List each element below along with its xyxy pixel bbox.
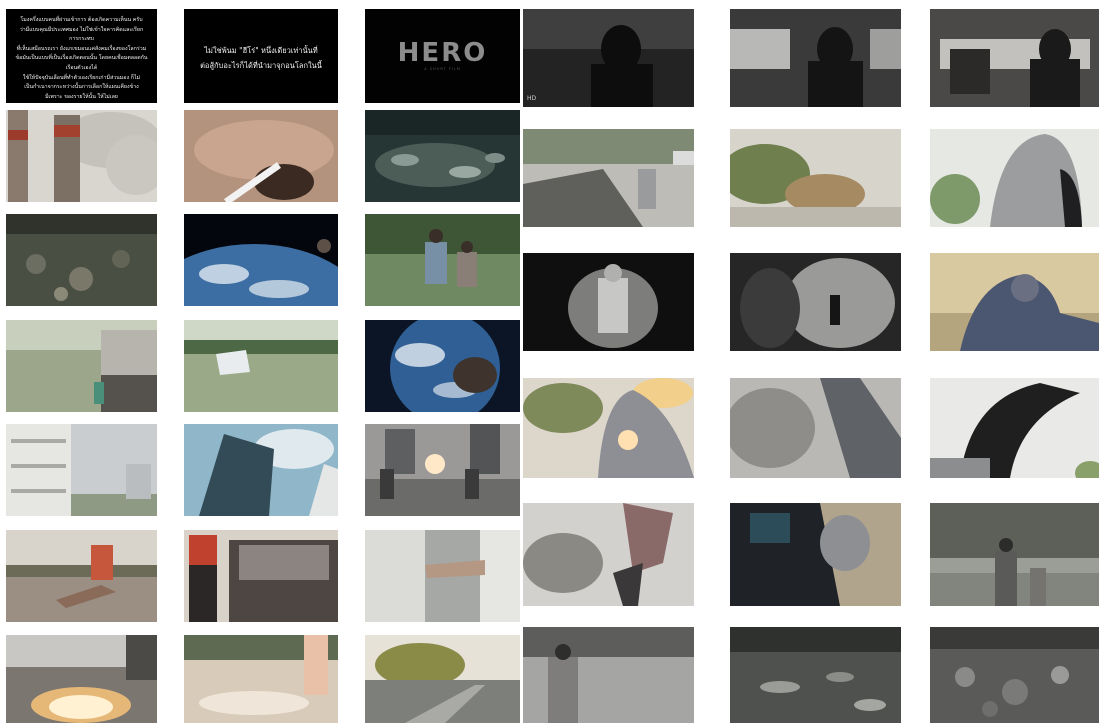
- earth-orbit-frame: [184, 214, 338, 306]
- leg-kick-frame: [930, 378, 1099, 478]
- struggle-ground-frame: [523, 503, 694, 606]
- hooded-flare-frame: [523, 378, 694, 478]
- intro-line: เป็นกำเนาจากระหว่างนั้นการเลือกให้แผนเคี…: [24, 84, 139, 91]
- quote-text-card: ไม่ใช่พ้นม "ฮีโร่" หนึ่งเดียวเท่านั้นที่…: [184, 9, 338, 103]
- boy-field-frame: [523, 627, 694, 723]
- polluted-water-frame: [184, 110, 338, 202]
- intro-line: มีเพราะ ของรายให้นั้น ให้ไม่เลย: [45, 93, 118, 100]
- trash-ground-frame: [6, 214, 157, 306]
- man-trash-bottle-frame: [6, 320, 157, 412]
- two-boys-field-frame: [365, 214, 520, 306]
- barefoot-road-frame: [184, 635, 338, 723]
- smokestack-frame: [6, 110, 157, 202]
- fallen-man-frame: [730, 378, 901, 478]
- walking-street-frame: [523, 129, 694, 227]
- grappling-closeup-frame: [730, 503, 901, 606]
- man-sitting-road-frame: [6, 530, 157, 622]
- trash-field-bw-frame: [930, 627, 1099, 723]
- arm-reaching-frame: [365, 530, 520, 622]
- hero-subtitle: A SHORT FILM: [424, 67, 461, 71]
- hoodie-closeup-frame: [930, 129, 1099, 227]
- figure-road-vignette-frame: [730, 253, 901, 351]
- hd-tag: HD: [527, 95, 537, 102]
- trash-pond-frame: [730, 627, 901, 723]
- country-road-frame: [365, 635, 520, 723]
- intro-line: โมงครึ่งแบบคนที่ผ่านเข้าการ ต้องเกิดความ…: [20, 17, 143, 23]
- intro-line: ข้อมันเป็นแบบที่เป็นเรื่องเกิดตอนนั้น โด…: [15, 55, 148, 71]
- city-explosion-frame: [365, 424, 520, 516]
- wasteland-bushes-frame: [730, 129, 901, 227]
- title-card: HERO A SHORT FILM: [365, 9, 520, 103]
- earth-asteroid-frame: [365, 320, 520, 412]
- fire-street-frame: [6, 635, 157, 723]
- hooded-figure-garage-frame: [730, 9, 901, 107]
- hero-title: HERO: [397, 38, 488, 68]
- intro-text-card: โมงครึ่งแบบคนที่ผ่านเข้าการ ต้องเกิดความ…: [6, 9, 157, 103]
- hooded-figure-parking-frame: [930, 9, 1099, 107]
- building-street-frame: [6, 424, 157, 516]
- quote-line: ต่อสู้กับอะไรก็ได้ที่นำมาจุกอนโลกในนี้: [200, 61, 322, 70]
- garbage-water-frame: [365, 110, 520, 202]
- hooded-spotlight-frame: [523, 253, 694, 351]
- skyscraper-frame: [184, 424, 338, 516]
- intro-line: ที่เห็นเสมือนรถเรา ยังแกเขมอนแค่สังคมเรื…: [16, 45, 147, 52]
- quote-line: ไม่ใช่พ้นม "ฮีโร่" หนึ่งเดียวเท่านั้นที่: [204, 46, 318, 55]
- man-car-frame: [184, 530, 338, 622]
- hooded-crouch-frame: [930, 253, 1099, 351]
- intro-line: ใช้ให้ปัจจุบันเลือนที่ทำตัวเองเรียกเก่าม…: [22, 74, 141, 81]
- intro-line: ว่ามีแบบคุณมีประเทศมอง ไม่ใช่เข้าใจคารคิ…: [19, 26, 144, 43]
- flying-paper-frame: [184, 320, 338, 412]
- two-boys-trees-frame: [930, 503, 1099, 606]
- hooded-figure-dark-frame: HD: [523, 9, 694, 107]
